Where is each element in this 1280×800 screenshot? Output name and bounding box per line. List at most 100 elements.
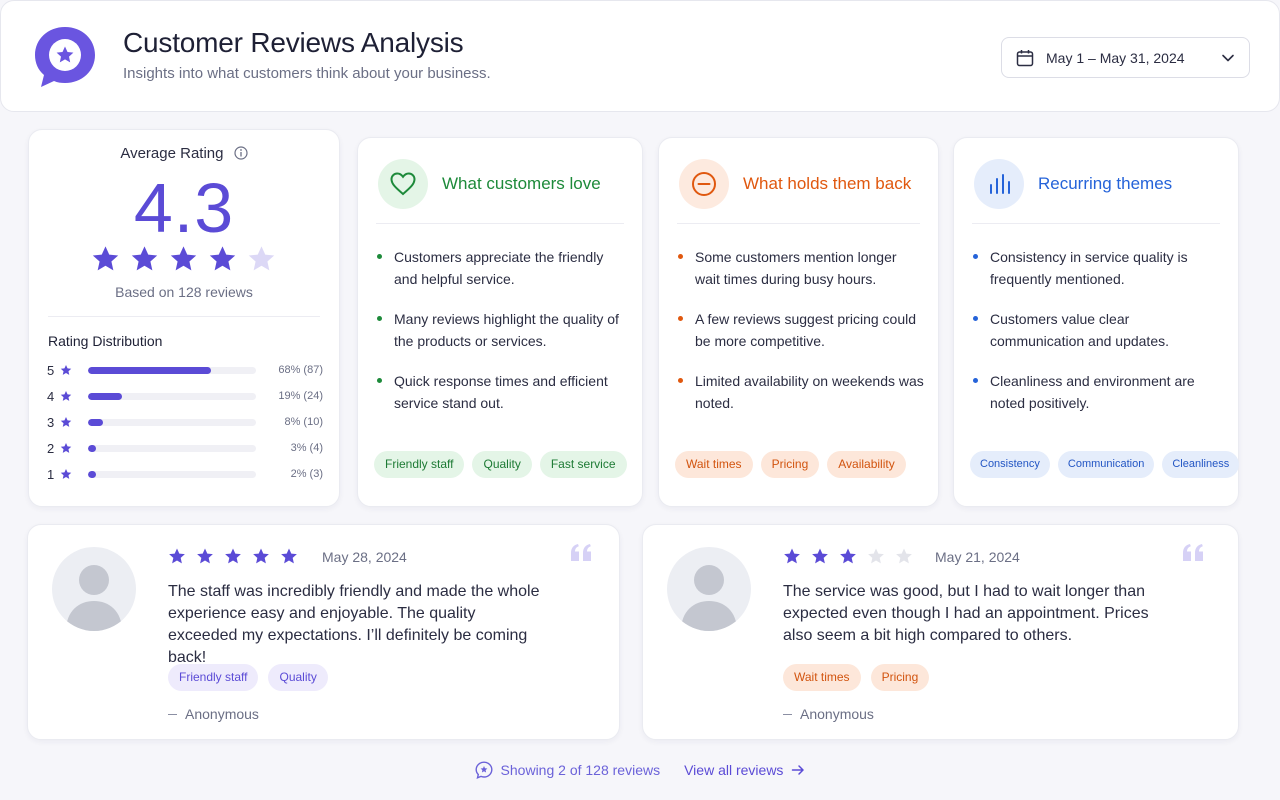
rating-distribution-row: 1 2% (3) (47, 466, 323, 482)
tag-wait-times[interactable]: Wait times (783, 664, 861, 691)
distribution-bar-track (88, 444, 256, 452)
themes-list: Consistency in service quality is freque… (972, 246, 1224, 432)
view-all-reviews-link[interactable]: View all reviews (684, 762, 805, 778)
tag-pricing[interactable]: Pricing (760, 451, 820, 478)
distribution-percent-label: 68% (87) (278, 364, 323, 376)
review-stars (168, 547, 298, 565)
review-stars (783, 547, 913, 565)
review-count-text: Based on 128 reviews (115, 284, 253, 300)
themes-card: Recurring themes Consistency in service … (953, 137, 1240, 507)
rating-distribution-row: 4 19% (24) (47, 388, 323, 404)
reviews-footer: Showing 2 of 128 reviews View all review… (0, 761, 1280, 779)
distribution-percent-label: 19% (24) (278, 390, 323, 402)
tag-cleanliness[interactable]: Cleanliness (1162, 451, 1240, 478)
distribution-bar-track (88, 418, 256, 426)
tag-pricing[interactable]: Pricing (870, 664, 930, 691)
list-item: Consistency in service quality is freque… (972, 246, 1224, 290)
star-empty-icon (248, 246, 275, 271)
star-filled-icon (812, 548, 828, 564)
love-tags: Friendly staff Quality Fast service (374, 451, 627, 478)
tag-friendly-staff[interactable]: Friendly staff (374, 451, 465, 478)
star-filled-icon (840, 548, 856, 564)
holds-back-card: What holds them back Some customers ment… (658, 137, 939, 507)
tag-friendly-staff[interactable]: Friendly staff (168, 664, 259, 691)
distribution-bar-fill (88, 418, 103, 426)
star-filled-icon (225, 548, 241, 564)
tag-availability[interactable]: Availability (827, 451, 906, 478)
tag-quality[interactable]: Quality (472, 451, 532, 478)
star-level-label: 4 (47, 388, 55, 404)
star-empty-icon (868, 548, 884, 564)
star-filled-icon (60, 417, 72, 427)
love-card: What customers love Customers appreciate… (357, 137, 643, 507)
tag-fast-service[interactable]: Fast service (539, 451, 627, 478)
tag-quality[interactable]: Quality (268, 664, 328, 691)
star-filled-icon (784, 548, 800, 564)
list-item: Cleanliness and environment are noted po… (972, 370, 1224, 414)
chat-star-icon (35, 27, 95, 87)
distribution-bar-track (88, 366, 256, 374)
distribution-bar-fill (88, 470, 96, 478)
showing-count: Showing 2 of 128 reviews (475, 761, 661, 779)
average-rating-stars (91, 244, 276, 273)
view-all-label: View all reviews (684, 762, 784, 778)
heart-icon (378, 159, 428, 209)
review-text: The service was good, but I had to wait … (783, 583, 1149, 644)
list-item: Quick response times and efficient servi… (376, 370, 628, 414)
date-range-value: May 1 – May 31, 2024 (1046, 49, 1185, 66)
distribution-bar-track (88, 470, 256, 478)
page-title: Customer Reviews Analysis (123, 27, 464, 58)
star-empty-icon (896, 548, 912, 564)
star-filled-icon (281, 548, 297, 564)
avatar (667, 547, 751, 631)
star-level-label: 3 (47, 414, 55, 430)
review-date: May 28, 2024 (322, 549, 407, 565)
star-filled-icon (92, 246, 119, 271)
distribution-percent-label: 2% (3) (290, 468, 323, 480)
list-item: Customers value clear communication and … (972, 308, 1224, 352)
calendar-icon (1016, 49, 1034, 66)
distribution-percent-label: 8% (10) (284, 416, 323, 428)
rating-distribution-row: 3 8% (10) (47, 414, 323, 430)
star-filled-icon (60, 469, 72, 479)
list-item: Customers appreciate the friendly and he… (376, 246, 628, 290)
review-author: Anonymous (168, 706, 259, 722)
average-rating-value: 4.3 (133, 169, 235, 247)
distribution-bar-fill (88, 444, 96, 452)
love-list: Customers appreciate the friendly and he… (376, 246, 628, 432)
star-filled-icon (131, 246, 158, 271)
review-tags: Friendly staff Quality (168, 664, 328, 691)
star-filled-icon (60, 443, 72, 453)
divider (972, 223, 1220, 224)
list-item: Some customers mention longer wait times… (677, 246, 924, 290)
star-filled-icon (170, 246, 197, 271)
star-filled-icon (60, 391, 72, 401)
rating-distribution-title: Rating Distribution (48, 333, 163, 349)
distribution-bar-fill (88, 366, 212, 374)
divider (677, 223, 920, 224)
rating-distribution-row: 5 68% (87) (47, 362, 323, 378)
quote-icon (1183, 544, 1203, 561)
chat-star-icon (475, 761, 493, 779)
star-filled-icon (253, 548, 269, 564)
star-filled-icon (209, 246, 236, 271)
date-range-picker[interactable]: May 1 – May 31, 2024 (1001, 37, 1250, 78)
star-level-label: 1 (47, 466, 55, 482)
average-rating-card: Average Rating 4.3 Based on 128 reviews … (28, 129, 340, 507)
showing-count-label: Showing 2 of 128 reviews (500, 762, 661, 778)
average-rating-label: Average Rating (120, 145, 224, 162)
arrow-right-icon (792, 765, 805, 775)
page-subtitle: Insights into what customers think about… (123, 65, 491, 82)
star-filled-icon (197, 548, 213, 564)
tag-consistency[interactable]: Consistency (970, 451, 1050, 478)
star-filled-icon (169, 548, 185, 564)
themes-tags: Consistency Communication Cleanliness (970, 451, 1240, 478)
tag-communication[interactable]: Communication (1057, 451, 1155, 478)
rating-distribution-row: 2 3% (4) (47, 440, 323, 456)
tag-wait-times[interactable]: Wait times (675, 451, 753, 478)
holds-back-title: What holds them back (743, 174, 912, 193)
review-author: Anonymous (783, 706, 874, 722)
info-icon[interactable] (234, 146, 248, 160)
love-title: What customers love (442, 174, 601, 193)
avatar (52, 547, 136, 631)
